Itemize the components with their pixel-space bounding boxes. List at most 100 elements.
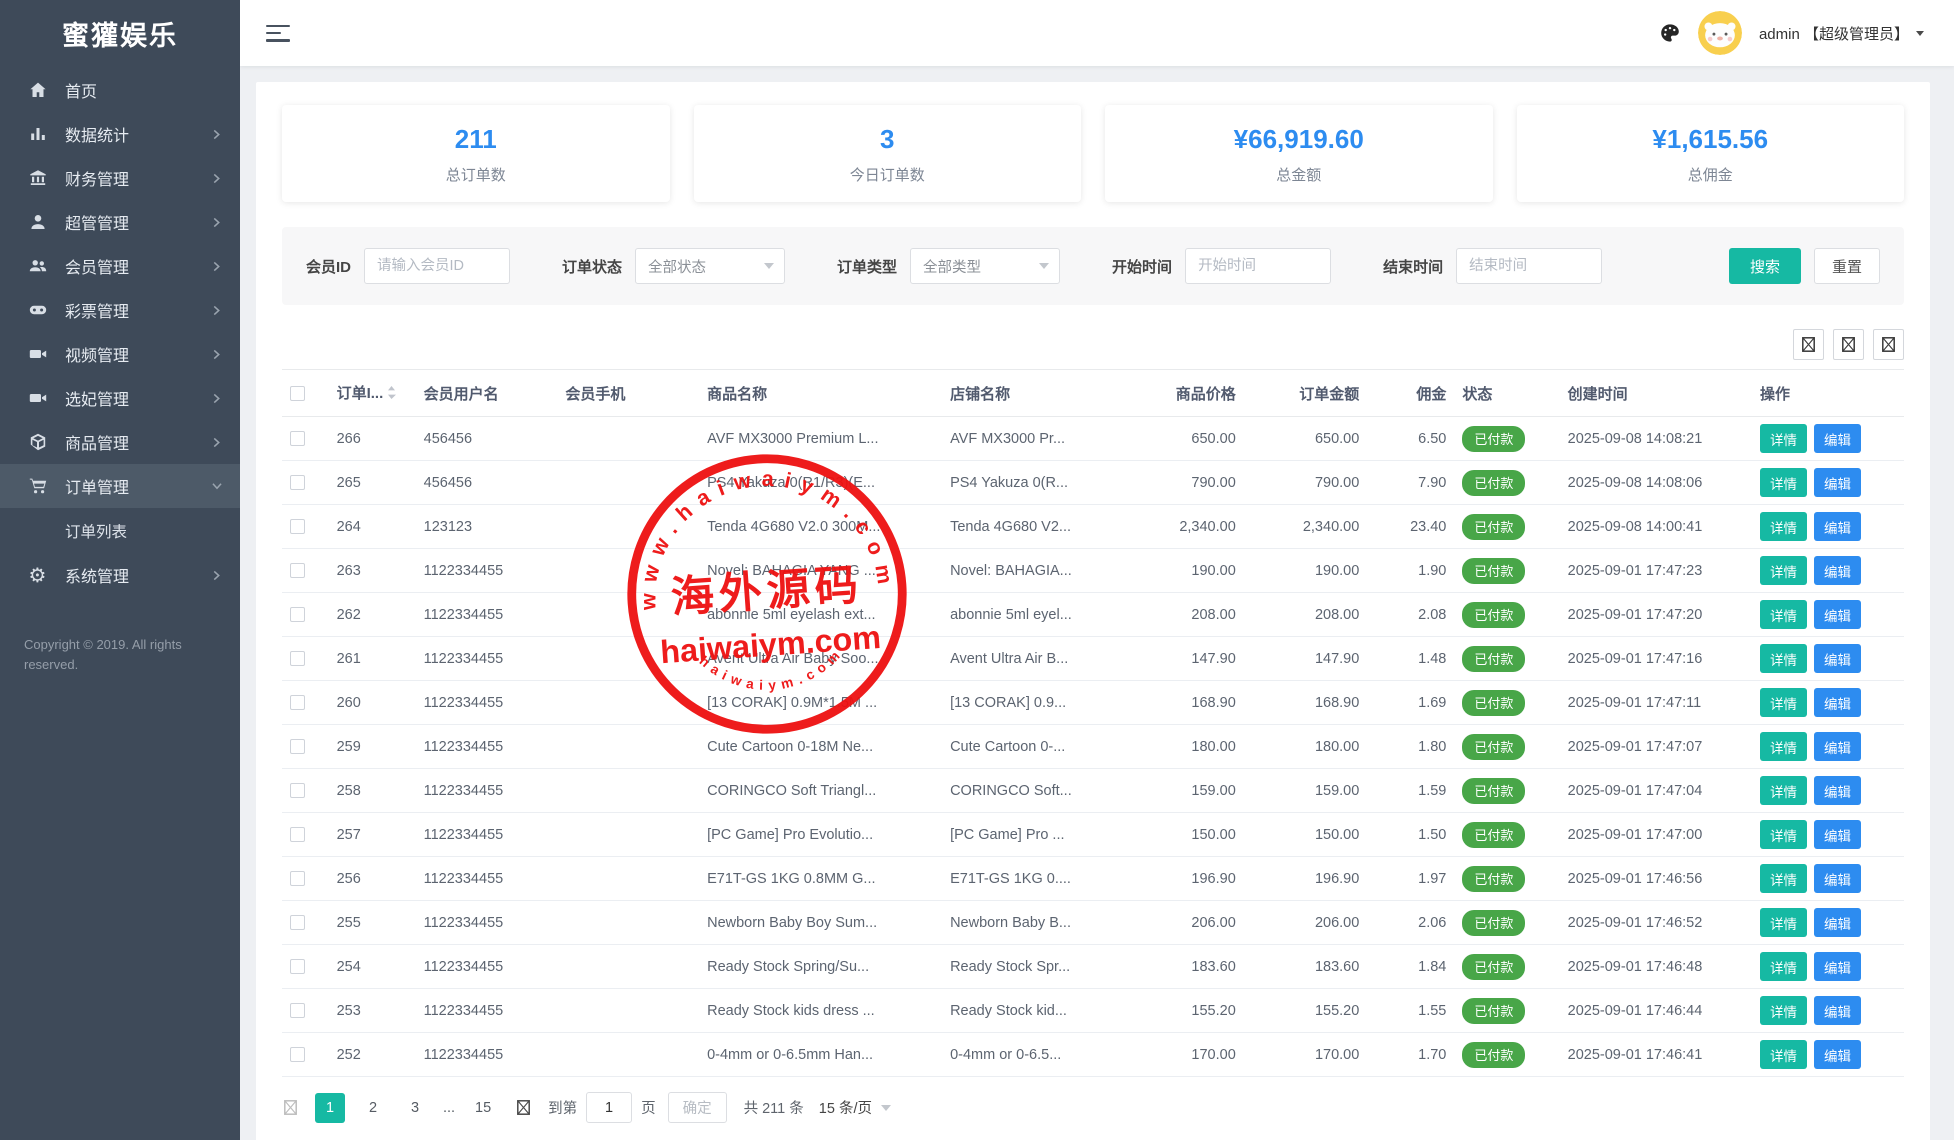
table-tool-button-3[interactable]: [1873, 329, 1904, 360]
edit-button[interactable]: 编辑: [1814, 644, 1861, 673]
detail-button[interactable]: 详情: [1760, 600, 1807, 629]
page-button-15[interactable]: 15: [469, 1093, 497, 1123]
cell-actions: 详情编辑删除: [1752, 1033, 1904, 1077]
user-avatar[interactable]: [1698, 11, 1742, 55]
cart-icon: [27, 476, 48, 497]
end-time-input[interactable]: [1456, 248, 1602, 284]
detail-button[interactable]: 详情: [1760, 776, 1807, 805]
row-checkbox[interactable]: [290, 431, 305, 446]
sidebar-item-finance[interactable]: 财务管理: [0, 156, 240, 200]
detail-button[interactable]: 详情: [1760, 1040, 1807, 1069]
hamburger-menu-icon[interactable]: [266, 25, 290, 42]
status-badge: 已付款: [1462, 954, 1525, 980]
cell-created: 2025-09-01 17:46:52: [1560, 901, 1752, 945]
page-button-3[interactable]: 3: [401, 1093, 429, 1123]
table-row: 265456456PS4 Yakuza 0(R1/R3)(E...PS4 Yak…: [282, 461, 1904, 505]
sidebar-item-system[interactable]: ⚙系统管理: [0, 553, 240, 597]
sidebar-item-lottery[interactable]: 彩票管理: [0, 288, 240, 332]
sidebar-item-concubine[interactable]: 选妃管理: [0, 376, 240, 420]
detail-button[interactable]: 详情: [1760, 952, 1807, 981]
row-checkbox[interactable]: [290, 783, 305, 798]
table-tool-button-1[interactable]: [1793, 329, 1824, 360]
row-checkbox[interactable]: [290, 475, 305, 490]
row-checkbox[interactable]: [290, 1003, 305, 1018]
next-page-button[interactable]: [515, 1098, 532, 1117]
select-all-checkbox[interactable]: [290, 386, 305, 401]
detail-button[interactable]: 详情: [1760, 424, 1807, 453]
sidebar-item-stats[interactable]: 数据统计: [0, 112, 240, 156]
page-button-2[interactable]: 2: [359, 1093, 387, 1123]
sidebar-item-video[interactable]: 视频管理: [0, 332, 240, 376]
search-button[interactable]: 搜索: [1729, 248, 1801, 284]
edit-button[interactable]: 编辑: [1814, 864, 1861, 893]
order-type-select[interactable]: 全部类型: [910, 248, 1060, 284]
row-checkbox[interactable]: [290, 607, 305, 622]
column-header-shop: 店铺名称: [942, 370, 1130, 417]
detail-button[interactable]: 详情: [1760, 468, 1807, 497]
column-header-username: 会员用户名: [416, 370, 558, 417]
status-badge: 已付款: [1462, 646, 1525, 672]
reset-button[interactable]: 重置: [1814, 248, 1880, 284]
detail-button[interactable]: 详情: [1760, 688, 1807, 717]
prev-page-button[interactable]: [282, 1098, 299, 1117]
order-status-select[interactable]: 全部状态: [635, 248, 785, 284]
video-icon: [27, 344, 48, 365]
sidebar-item-products[interactable]: 商品管理: [0, 420, 240, 464]
start-time-input[interactable]: [1185, 248, 1331, 284]
sidebar-item-home[interactable]: 首页: [0, 68, 240, 112]
edit-button[interactable]: 编辑: [1814, 424, 1861, 453]
edit-button[interactable]: 编辑: [1814, 820, 1861, 849]
detail-button[interactable]: 详情: [1760, 996, 1807, 1025]
cell-price: 196.90: [1130, 857, 1243, 901]
sort-icon[interactable]: [387, 385, 396, 404]
row-checkbox[interactable]: [290, 871, 305, 886]
row-checkbox[interactable]: [290, 739, 305, 754]
edit-button[interactable]: 编辑: [1814, 556, 1861, 585]
detail-button[interactable]: 详情: [1760, 820, 1807, 849]
sidebar-item-members[interactable]: 会员管理: [0, 244, 240, 288]
edit-button[interactable]: 编辑: [1814, 952, 1861, 981]
edit-button[interactable]: 编辑: [1814, 468, 1861, 497]
edit-button[interactable]: 编辑: [1814, 776, 1861, 805]
cell-amount: 180.00: [1244, 725, 1368, 769]
detail-button[interactable]: 详情: [1760, 908, 1807, 937]
detail-button[interactable]: 详情: [1760, 512, 1807, 541]
page-size-select[interactable]: 15 条/页: [819, 1097, 891, 1118]
row-checkbox[interactable]: [290, 959, 305, 974]
edit-button[interactable]: 编辑: [1814, 1040, 1861, 1069]
row-checkbox[interactable]: [290, 827, 305, 842]
row-checkbox[interactable]: [290, 563, 305, 578]
sidebar-item-order-list[interactable]: 订单列表: [0, 508, 240, 553]
jump-page-input[interactable]: [586, 1092, 632, 1123]
page-button-1[interactable]: 1: [315, 1093, 345, 1123]
member-id-input[interactable]: [364, 248, 510, 284]
row-checkbox[interactable]: [290, 1047, 305, 1062]
sidebar-item-orders[interactable]: 订单管理: [0, 464, 240, 508]
filter-label: 订单状态: [562, 256, 622, 277]
cell-product: [13 CORAK] 0.9M*1.5M ...: [699, 681, 942, 725]
edit-button[interactable]: 编辑: [1814, 688, 1861, 717]
cell-shop: Avent Ultra Air B...: [942, 637, 1130, 681]
column-header-product: 商品名称: [699, 370, 942, 417]
table-tool-button-2[interactable]: [1833, 329, 1864, 360]
edit-button[interactable]: 编辑: [1814, 732, 1861, 761]
row-checkbox[interactable]: [290, 695, 305, 710]
edit-button[interactable]: 编辑: [1814, 908, 1861, 937]
confirm-button[interactable]: 确定: [668, 1092, 727, 1123]
sidebar-item-superadmin[interactable]: 超管管理: [0, 200, 240, 244]
row-checkbox[interactable]: [290, 915, 305, 930]
status-badge: 已付款: [1462, 514, 1525, 540]
admin-dropdown[interactable]: admin 【超级管理员】: [1759, 23, 1924, 44]
detail-button[interactable]: 详情: [1760, 556, 1807, 585]
edit-button[interactable]: 编辑: [1814, 512, 1861, 541]
detail-button[interactable]: 详情: [1760, 644, 1807, 673]
detail-button[interactable]: 详情: [1760, 732, 1807, 761]
theme-palette-icon[interactable]: [1659, 22, 1681, 44]
edit-button[interactable]: 编辑: [1814, 600, 1861, 629]
status-badge: 已付款: [1462, 470, 1525, 496]
row-checkbox[interactable]: [290, 519, 305, 534]
detail-button[interactable]: 详情: [1760, 864, 1807, 893]
cell-shop: Ready Stock Spr...: [942, 945, 1130, 989]
edit-button[interactable]: 编辑: [1814, 996, 1861, 1025]
row-checkbox[interactable]: [290, 651, 305, 666]
